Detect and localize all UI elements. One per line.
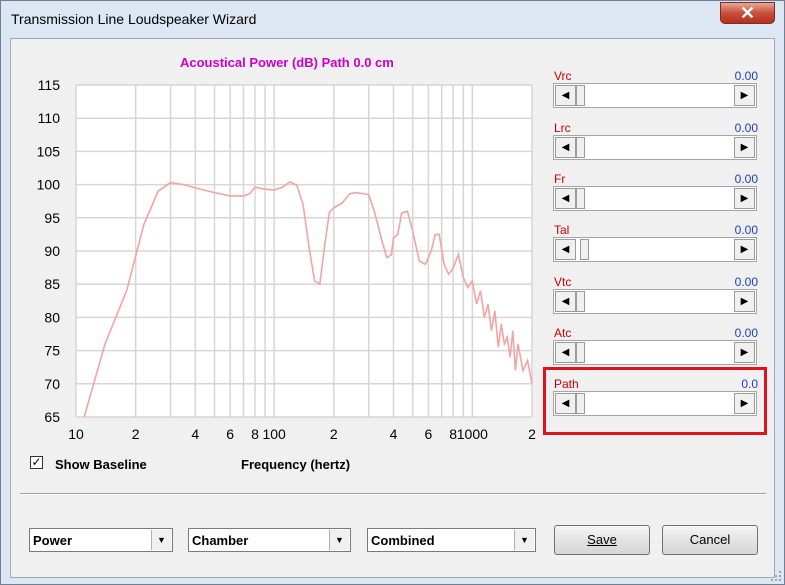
y-tick-label: 100: [37, 177, 61, 193]
title-bar[interactable]: Transmission Line Loudspeaker Wizard ✕: [1, 1, 784, 37]
slider-track[interactable]: ◀ ▶: [553, 237, 757, 262]
x-tick-label: 6: [226, 426, 234, 442]
section-combo[interactable]: Chamber ▼: [188, 528, 351, 552]
save-button[interactable]: Save: [554, 525, 650, 555]
y-tick-label: 65: [44, 409, 60, 425]
slider-fr: Fr 0.00 ◀ ▶: [553, 172, 758, 226]
slider-label: Atc: [554, 326, 572, 340]
x-tick-label: 4: [191, 426, 199, 442]
separator: [20, 493, 766, 495]
slider-track[interactable]: ◀ ▶: [553, 340, 757, 365]
slider-value: 0.00: [734, 275, 758, 289]
arrow-right-icon[interactable]: ▶: [734, 188, 755, 209]
arrow-right-icon[interactable]: ▶: [734, 137, 755, 158]
chevron-down-icon[interactable]: ▼: [514, 530, 534, 550]
slider-value: 0.00: [734, 326, 758, 340]
slider-vrc: Vrc 0.00 ◀ ▶: [553, 69, 758, 123]
chevron-down-icon[interactable]: ▼: [151, 530, 171, 550]
save-label: Save: [587, 532, 617, 547]
window-title: Transmission Line Loudspeaker Wizard: [11, 11, 257, 27]
x-tick-label: 10: [68, 426, 84, 442]
close-button[interactable]: ✕: [720, 2, 775, 24]
x-tick-label: 2: [330, 426, 338, 442]
wizard-window: Transmission Line Loudspeaker Wizard ✕ A…: [0, 0, 785, 585]
arrow-right-icon[interactable]: ▶: [734, 85, 755, 106]
path-highlight-box: [543, 367, 767, 435]
check-icon: ✓: [31, 455, 42, 469]
y-tick-label: 90: [44, 243, 60, 259]
y-tick-label: 105: [37, 143, 61, 159]
x-tick-label: 6: [424, 426, 432, 442]
slider-track[interactable]: ◀ ▶: [553, 186, 757, 211]
slider-label: Lrc: [554, 121, 571, 135]
slider-thumb[interactable]: [576, 188, 585, 209]
x-tick-label: 1000: [457, 426, 488, 442]
arrow-left-icon[interactable]: ◀: [555, 291, 576, 312]
slider-label: Fr: [554, 172, 566, 186]
arrow-right-icon[interactable]: ▶: [734, 291, 755, 312]
slider-track[interactable]: ◀ ▶: [553, 83, 757, 108]
display-type-combo[interactable]: Power ▼: [29, 528, 173, 552]
slider-track[interactable]: ◀ ▶: [553, 135, 757, 160]
section-value: Chamber: [192, 533, 249, 548]
x-tick-label: 100: [262, 426, 286, 442]
display-type-value: Power: [33, 533, 73, 548]
chart-title: Acoustical Power (dB) Path 0.0 cm: [180, 55, 394, 70]
arrow-right-icon[interactable]: ▶: [734, 239, 755, 260]
slider-thumb[interactable]: [576, 342, 585, 363]
cancel-button[interactable]: Cancel: [662, 525, 758, 555]
cancel-label: Cancel: [689, 532, 731, 547]
arrow-left-icon[interactable]: ◀: [555, 342, 576, 363]
slider-value: 0.00: [734, 121, 758, 135]
slider-vtc: Vtc 0.00 ◀ ▶: [553, 275, 758, 329]
arrow-left-icon[interactable]: ◀: [555, 188, 576, 209]
output-combo[interactable]: Combined ▼: [367, 528, 536, 552]
chevron-down-icon[interactable]: ▼: [329, 530, 349, 550]
y-tick-label: 75: [44, 343, 60, 359]
x-tick-label: 2: [132, 426, 140, 442]
resize-grip-icon[interactable]: [771, 571, 781, 581]
x-tick-label: 4: [390, 426, 398, 442]
output-value: Combined: [371, 533, 435, 548]
slider-track[interactable]: ◀ ▶: [553, 289, 757, 314]
slider-thumb[interactable]: [576, 137, 585, 158]
y-tick-label: 70: [44, 376, 60, 392]
slider-label: Vrc: [554, 69, 572, 83]
show-baseline-label[interactable]: Show Baseline: [55, 457, 147, 472]
arrow-left-icon[interactable]: ◀: [555, 239, 576, 260]
arrow-left-icon[interactable]: ◀: [555, 85, 576, 106]
slider-thumb[interactable]: [576, 85, 585, 106]
slider-value: 0.00: [734, 172, 758, 186]
y-tick-label: 85: [44, 276, 60, 292]
y-tick-label: 110: [38, 110, 61, 126]
slider-label: Tal: [554, 223, 570, 237]
y-tick-label: 80: [44, 309, 60, 325]
slider-value: 0.00: [734, 223, 758, 237]
slider-value: 0.00: [734, 69, 758, 83]
frequency-response-chart: 1151101051009590858075706510 2 4 6 8 100 2 4 6 8 1…: [37, 77, 536, 442]
y-tick-label: 95: [44, 210, 60, 226]
slider-tal: Tal 0.00 ◀ ▶: [553, 223, 758, 277]
slider-thumb[interactable]: [576, 291, 585, 312]
x-tick-label: 8: [251, 426, 259, 442]
x-axis-label: Frequency (hertz): [241, 457, 351, 472]
y-tick-label: 115: [38, 77, 61, 93]
arrow-left-icon[interactable]: ◀: [555, 137, 576, 158]
x-tick-label: 2: [528, 426, 536, 442]
slider-thumb[interactable]: [580, 239, 590, 260]
slider-label: Vtc: [554, 275, 572, 289]
close-icon: ✕: [739, 3, 756, 23]
arrow-right-icon[interactable]: ▶: [734, 342, 755, 363]
show-baseline-checkbox[interactable]: ✓: [30, 456, 43, 469]
slider-lrc: Lrc 0.00 ◀ ▶: [553, 121, 758, 175]
